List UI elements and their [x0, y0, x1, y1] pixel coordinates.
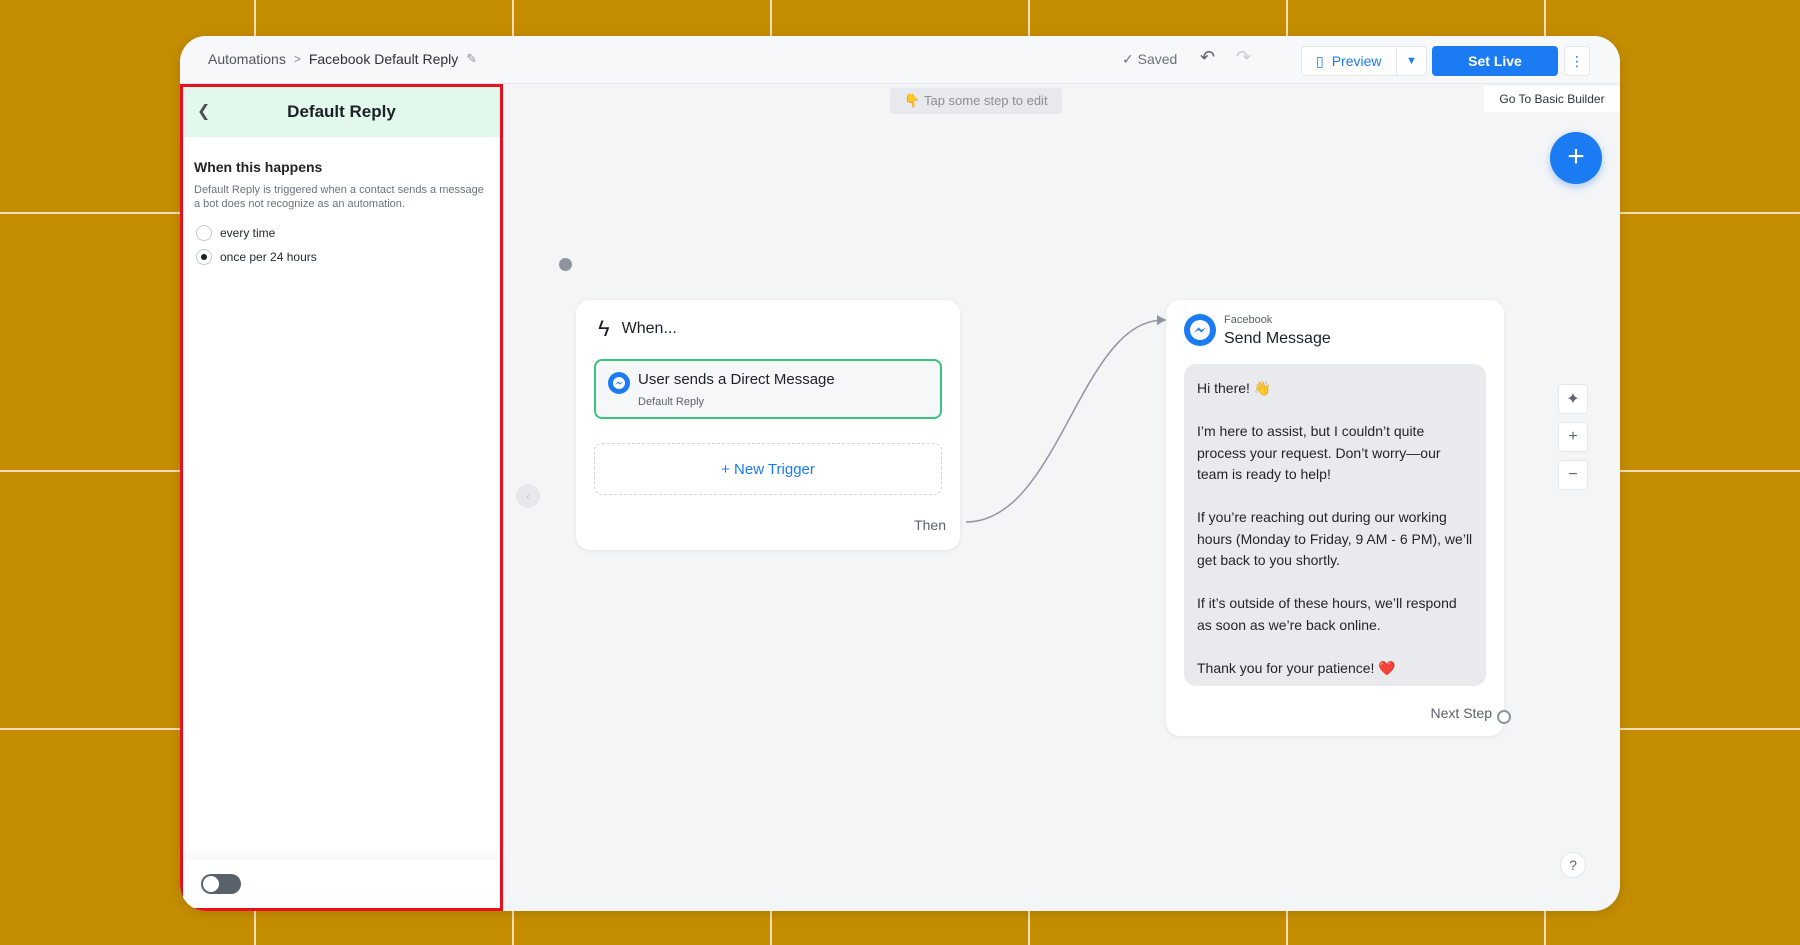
trigger-item[interactable]: User sends a Direct Message Default Repl… [594, 359, 942, 419]
message-paragraph: Hi there! 👋 [1197, 380, 1272, 396]
message-title: Send Message [1224, 330, 1331, 347]
document-icon: ▯ [1316, 52, 1324, 69]
new-trigger-button[interactable]: + New Trigger [594, 443, 942, 495]
message-bubble[interactable]: Hi there! 👋 I’m here to assist, but I co… [1184, 364, 1486, 686]
top-bar: Automations > Facebook Default Reply ✎ ✓… [180, 36, 1620, 84]
step-settings-panel: ❮ Default Reply When this happens Defaul… [180, 84, 503, 911]
section-title: When this happens [194, 159, 323, 175]
trigger-subtitle: Default Reply [638, 396, 705, 408]
breadcrumb-separator-icon: > [293, 52, 301, 66]
panel-title: Default Reply [287, 102, 396, 121]
collapse-panel-handle[interactable]: ‹ [516, 484, 540, 508]
saved-label: Saved [1137, 51, 1178, 67]
trigger-heading: ϟ When... [598, 316, 677, 342]
breadcrumb-current: Facebook Default Reply [308, 51, 459, 67]
message-paragraph: Thank you for your patience! ❤️ [1197, 659, 1396, 676]
add-step-button[interactable]: + [1550, 132, 1602, 184]
radio-every-time[interactable] [196, 225, 212, 241]
message-paragraph: If it’s outside of these hours, we’ll re… [1197, 595, 1457, 633]
messenger-icon [608, 372, 630, 394]
edit-hint: 👇 Tap some step to edit [890, 88, 1062, 114]
section-description: Default Reply is triggered when a contac… [194, 184, 484, 210]
panel-header: ❮ Default Reply [183, 87, 500, 137]
set-live-button[interactable]: Set Live [1432, 46, 1558, 76]
basic-builder-link[interactable]: Go To Basic Builder [1484, 86, 1620, 112]
message-paragraph: If you’re reaching out during our workin… [1197, 509, 1473, 568]
breadcrumb: Automations > Facebook Default Reply ✎ [208, 51, 477, 67]
back-chevron-icon[interactable]: ❮ [197, 101, 210, 121]
trigger-card[interactable]: ϟ When... User sends a Direct Message De… [576, 300, 960, 550]
check-icon: ✓ [1122, 51, 1138, 67]
chevron-down-icon[interactable]: ▼ [1396, 47, 1426, 75]
option-once-per-24-hours[interactable]: once per 24 hours [194, 249, 489, 265]
panel-footer [183, 860, 500, 908]
active-toggle[interactable] [201, 874, 241, 894]
message-platform: Facebook [1224, 314, 1273, 326]
redo-icon[interactable]: ↷ [1236, 47, 1251, 68]
panel-body: When this happens Default Reply is trigg… [183, 137, 500, 265]
help-icon[interactable]: ? [1560, 852, 1586, 878]
then-label: Then [914, 517, 946, 533]
next-step-connector-handle[interactable] [1497, 710, 1511, 724]
breadcrumb-automations[interactable]: Automations [208, 51, 286, 67]
send-message-card[interactable]: Facebook Send Message Hi there! 👋 I’m he… [1166, 300, 1504, 736]
option-label: once per 24 hours [220, 250, 317, 264]
option-label: every time [220, 226, 276, 240]
option-every-time[interactable]: every time [194, 225, 489, 241]
magic-wand-icon[interactable]: ✦ [1558, 384, 1588, 414]
undo-icon[interactable]: ↶ [1200, 47, 1215, 68]
plus-icon: + [1567, 140, 1585, 173]
message-paragraph: I’m here to assist, but I couldn’t quite… [1197, 423, 1441, 482]
saved-status: ✓ Saved [1122, 51, 1177, 68]
kebab-icon[interactable]: ⋮ [1564, 46, 1590, 76]
preview-label: Preview [1331, 53, 1382, 69]
next-step-label: Next Step [1430, 705, 1492, 721]
messenger-icon [1184, 314, 1216, 346]
trigger-title: User sends a Direct Message [638, 371, 835, 388]
preview-button[interactable]: ▯ Preview ▼ [1301, 46, 1427, 76]
app-window: Automations > Facebook Default Reply ✎ ✓… [180, 36, 1620, 911]
bolt-icon: ϟ [598, 316, 610, 341]
zoom-in-icon[interactable]: + [1558, 422, 1588, 452]
then-connector-handle[interactable] [559, 258, 572, 271]
zoom-out-icon[interactable]: − [1558, 460, 1588, 490]
pencil-icon[interactable]: ✎ [466, 51, 477, 67]
trigger-heading-label: When... [621, 320, 677, 337]
radio-once-per-24-hours[interactable] [196, 249, 212, 265]
